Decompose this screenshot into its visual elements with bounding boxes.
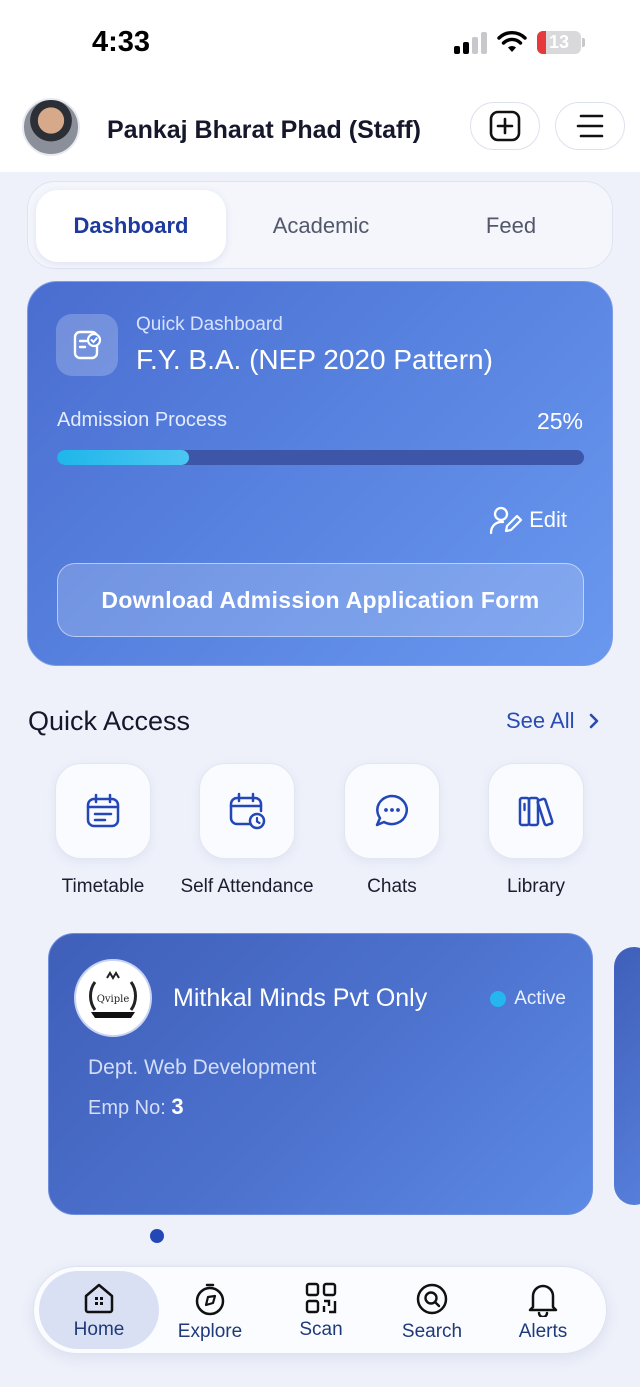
nav-home[interactable]: Home: [39, 1271, 159, 1349]
pager-dot[interactable]: [150, 1229, 164, 1243]
battery-icon: 13: [537, 31, 581, 54]
quick-access-library[interactable]: Library: [466, 763, 606, 898]
self-attendance-tile[interactable]: [199, 763, 295, 859]
signal-icon: [454, 32, 488, 54]
quick-access-timetable[interactable]: Timetable: [33, 763, 173, 898]
nav-search[interactable]: Search: [372, 1271, 492, 1349]
calendar-clock-icon: [229, 792, 266, 830]
nav-search-label: Search: [401, 1321, 463, 1342]
library-label: Library: [506, 876, 566, 897]
qr-code-icon: [305, 1282, 337, 1314]
employee-number-value: 3: [171, 1094, 184, 1119]
employee-number-label: Emp No:: [88, 1097, 166, 1119]
employee-number: Emp No: 3: [88, 1094, 184, 1120]
dashboard-label: Quick Dashboard: [136, 314, 283, 335]
next-card-peek[interactable]: [614, 947, 640, 1205]
avatar[interactable]: [22, 98, 80, 156]
see-all-link[interactable]: See All: [506, 708, 599, 734]
menu-icon: [576, 114, 604, 138]
quick-dashboard-card: Quick Dashboard F.Y. B.A. (NEP 2020 Patt…: [27, 281, 613, 666]
quick-access-chats[interactable]: Chats: [322, 763, 462, 898]
plus-square-icon: [489, 110, 521, 142]
user-name: Pankaj Bharat Phad (Staff): [107, 116, 421, 144]
calendar-icon: [86, 793, 120, 828]
edit-button[interactable]: Edit: [489, 505, 567, 535]
download-form-button[interactable]: Download Admission Application Form: [57, 563, 584, 637]
see-all-label: See All: [506, 708, 575, 733]
bottom-nav: Home Explore Scan Search Alerts: [33, 1266, 607, 1354]
menu-button[interactable]: [555, 102, 625, 150]
nav-explore[interactable]: Explore: [150, 1271, 270, 1349]
form-check-icon: [56, 314, 118, 376]
organization-logo: Qviple: [74, 959, 152, 1037]
search-icon: [416, 1283, 448, 1315]
timetable-tile[interactable]: [55, 763, 151, 859]
status-text: Active: [514, 988, 566, 1009]
nav-scan-label: Scan: [299, 1319, 343, 1340]
battery-tip: [582, 38, 585, 47]
chevron-right-icon: [589, 713, 598, 729]
nav-explore-label: Explore: [177, 1321, 243, 1342]
self-attendance-label: Self Attendance: [180, 876, 314, 897]
status-badge: Active: [490, 988, 566, 1010]
tab-bar: Dashboard Academic Feed: [27, 181, 613, 269]
app-header: Pankaj Bharat Phad (Staff): [0, 88, 640, 172]
tab-dashboard[interactable]: Dashboard: [36, 190, 226, 262]
chat-bubble-icon: [375, 794, 408, 827]
status-bar: 4:33 13: [0, 0, 640, 88]
timetable-label: Timetable: [61, 876, 145, 897]
quick-access-self-attendance[interactable]: Self Attendance: [177, 763, 317, 898]
dashboard-title: F.Y. B.A. (NEP 2020 Pattern): [136, 344, 493, 375]
bell-icon: [528, 1284, 558, 1317]
progress-bar: [57, 450, 584, 465]
nav-home-label: Home: [73, 1319, 125, 1340]
home-icon: [84, 1283, 114, 1314]
progress-fill: [57, 450, 189, 465]
department-text: Dept. Web Development: [88, 1056, 317, 1079]
edit-label: Edit: [529, 507, 567, 532]
books-icon: [518, 796, 554, 827]
chats-tile[interactable]: [344, 763, 440, 859]
status-time: 4:33: [92, 26, 151, 58]
organization-logo-text: Qviple: [97, 994, 130, 1005]
progress-label: Admission Process: [57, 409, 228, 431]
library-tile[interactable]: [488, 763, 584, 859]
nav-alerts[interactable]: Alerts: [483, 1271, 603, 1349]
compass-icon: [195, 1283, 225, 1316]
nav-alerts-label: Alerts: [518, 1321, 568, 1342]
organization-name: Mithkal Minds Pvt Only: [173, 984, 428, 1012]
user-edit-icon: [489, 506, 523, 535]
add-button[interactable]: [470, 102, 540, 150]
tab-academic[interactable]: Academic: [226, 190, 416, 262]
battery-level: 13: [548, 32, 570, 52]
status-dot: [490, 991, 507, 1007]
quick-access-title: Quick Access: [28, 706, 191, 736]
wifi-icon: [497, 31, 527, 52]
nav-scan[interactable]: Scan: [261, 1271, 381, 1349]
progress-value: 25%: [536, 408, 583, 434]
chats-label: Chats: [367, 876, 417, 897]
tab-feed[interactable]: Feed: [416, 190, 606, 262]
organization-card[interactable]: Qviple Mithkal Minds Pvt Only Active Dep…: [48, 933, 593, 1215]
